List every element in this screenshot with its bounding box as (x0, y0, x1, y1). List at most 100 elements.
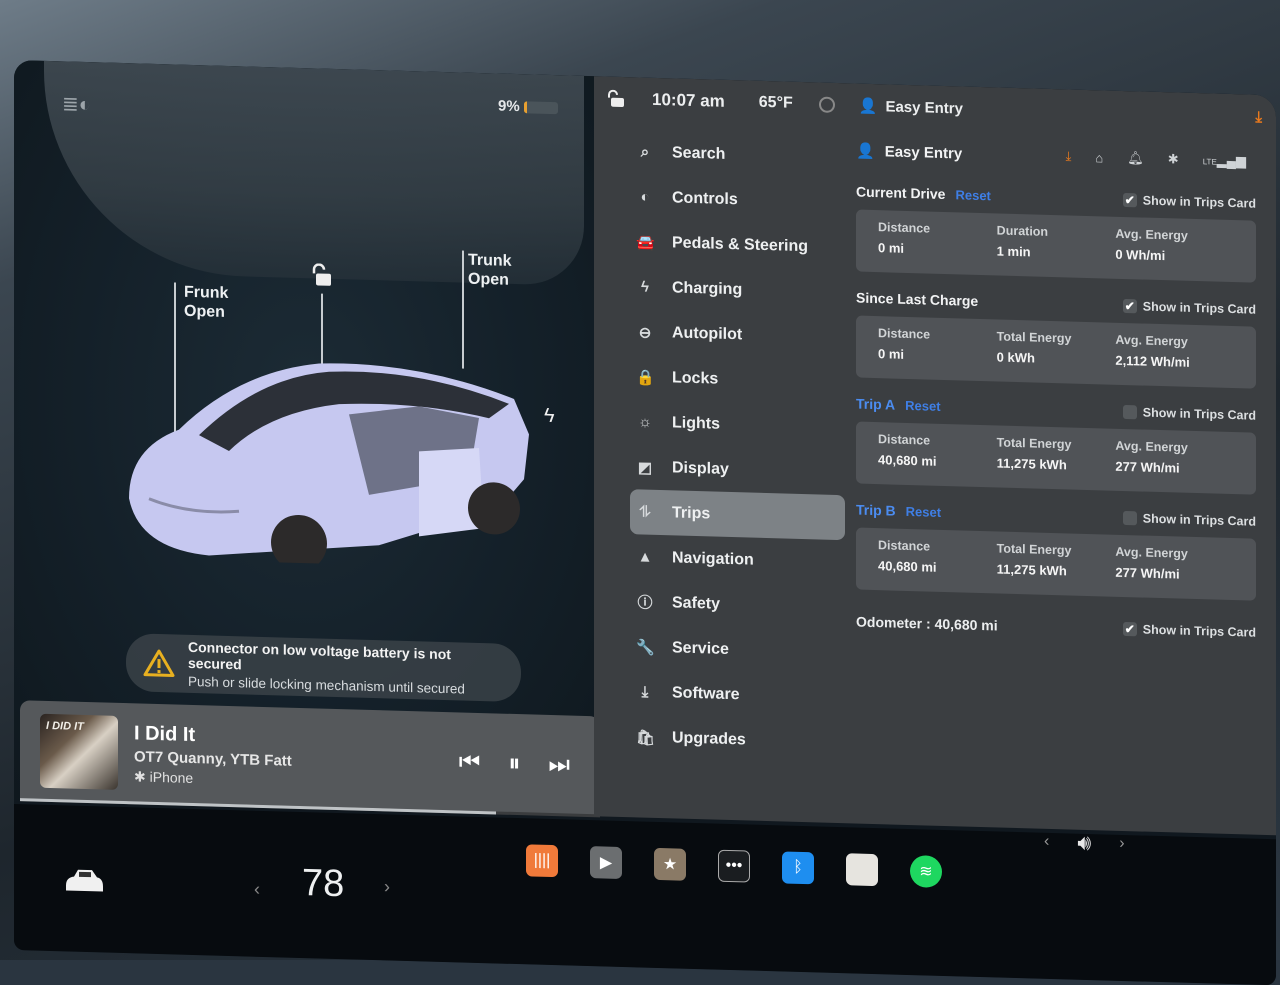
safety-icon: ⓘ (637, 594, 653, 612)
service-icon: 🔧 (636, 638, 655, 657)
garage-icon[interactable]: ⌂ (1095, 150, 1103, 165)
profile-header-name: Easy Entry (884, 142, 963, 162)
waveform-icon[interactable]: |||| (526, 844, 558, 878)
profile-name: Easy Entry (885, 97, 963, 118)
stat: Avg. Energy 277 Wh/mi (1115, 439, 1234, 484)
next-track-icon[interactable]: ⏭ (548, 751, 570, 780)
stat-value: 0 kWh (996, 349, 1035, 366)
section-title: Trip B (856, 501, 896, 519)
person-icon: 👤 (856, 142, 875, 161)
odometer-label: Odometer : (856, 613, 931, 632)
nav-item-display[interactable]: ◩ Display (630, 444, 845, 495)
nav-item-service[interactable]: 🔧 Service (630, 624, 845, 675)
show-in-trips-card-checkbox[interactable]: ✔ Show in Trips Card (1122, 298, 1256, 317)
stat: Total Energy 11,275 kWh (997, 435, 1116, 480)
trunk-callout[interactable]: Trunk Open (468, 251, 512, 290)
stat-label: Duration (996, 223, 1049, 239)
notepad-icon[interactable] (846, 853, 878, 887)
bluetooth-icon: ✱ (134, 767, 146, 785)
nav-item-autopilot[interactable]: ⊖ Autopilot (630, 309, 845, 360)
profile-header[interactable]: 👤 Easy Entry (856, 142, 962, 163)
battery-indicator: 9% (498, 98, 558, 117)
nav-item-navigation[interactable]: ▲ Navigation (630, 534, 845, 585)
car-3d-model[interactable] (119, 348, 539, 570)
stat-label: Avg. Energy (1115, 544, 1188, 561)
show-in-trips-card-label: Show in Trips Card (1142, 193, 1256, 211)
odometer-value: 40,680 mi (934, 615, 998, 634)
bell-icon[interactable]: 🔔︎ (1127, 150, 1144, 166)
driver-profile-button[interactable]: 👤 Easy Entry (859, 97, 963, 118)
show-in-trips-card-checkbox[interactable]: Show in Trips Card (1122, 510, 1256, 529)
bluetooth-icon[interactable]: ᛒ (782, 851, 814, 885)
nav-item-trips[interactable]: ⥮ Trips (630, 489, 845, 541)
spotify-icon[interactable]: ≋ (910, 855, 942, 888)
show-in-trips-card-checkbox[interactable]: Show in Trips Card (1122, 404, 1256, 423)
car-icon[interactable] (62, 865, 106, 896)
album-art[interactable]: I DID IT (40, 713, 118, 790)
section-header: Since Last Charge ✔ Show in Trips Card (856, 288, 1256, 321)
nav-item-pedals[interactable]: 🚘 Pedals & Steering (630, 219, 845, 270)
stat: Avg. Energy 277 Wh/mi (1115, 545, 1234, 590)
show-in-trips-card-label: Show in Trips Card (1142, 622, 1256, 640)
stat: Avg. Energy 2,112 Wh/mi (1115, 333, 1234, 378)
reset-button[interactable]: Reset (905, 398, 940, 414)
trunk-label: Trunk (468, 251, 512, 270)
nav-item-upgrades[interactable]: 🛍 Upgrades (630, 714, 845, 765)
pause-icon[interactable]: ⏸ (508, 750, 520, 778)
temperature-down-button[interactable]: ‹ (254, 879, 260, 900)
cabin-temperature[interactable]: 78 (302, 862, 344, 906)
more-icon[interactable]: ••• (718, 849, 750, 883)
charge-port-lightning-icon[interactable]: ϟ (544, 405, 555, 428)
nav-item-label: Display (672, 458, 729, 478)
stat-value: 2,112 Wh/mi (1115, 352, 1190, 370)
download-icon[interactable]: ⤓ (1255, 109, 1262, 126)
nav-item-safety[interactable]: ⓘ Safety (630, 579, 845, 630)
unlocked-icon[interactable] (606, 89, 626, 109)
show-in-trips-card-checkbox[interactable]: ✔ Show in Trips Card (1122, 192, 1256, 211)
reset-button[interactable]: Reset (955, 187, 990, 203)
section-title: Current Drive (856, 183, 946, 203)
nav-item-locks[interactable]: 🔒 Locks (630, 354, 845, 405)
volume-up-button[interactable]: › (1119, 835, 1124, 853)
frunk-callout[interactable]: Frunk Open (184, 283, 228, 322)
stat-label: Avg. Energy (1115, 438, 1188, 455)
download-icon[interactable]: ⤓ (1066, 148, 1072, 164)
alert-banner[interactable]: Connector on low voltage battery is not … (126, 633, 521, 703)
checkbox-icon: ✔ (1122, 298, 1137, 314)
nav-item-label: Pedals & Steering (672, 233, 809, 255)
nav-item-software[interactable]: ⤓ Software (630, 669, 845, 720)
unlocked-padlock-icon[interactable] (310, 263, 332, 288)
nav-item-lights[interactable]: ☼ Lights (630, 399, 845, 450)
autopilot-icon: ⊖ (638, 323, 652, 342)
nav-item-controls[interactable]: ◐ Controls (630, 174, 845, 225)
trip-sections: Current Drive Reset ✔ Show in Trips Card … (856, 182, 1256, 601)
nav-item-search[interactable]: ⌕ Search (630, 129, 845, 180)
nav-item-label: Search (672, 143, 726, 163)
lte-signal-icon: LTE▂▄▆ (1202, 152, 1246, 169)
track-info[interactable]: I Did It OT7 Quanny, YTB Fatt ✱ iPhone (134, 722, 459, 794)
nav-item-label: Locks (672, 368, 719, 388)
temperature-up-button[interactable]: › (384, 876, 390, 897)
auto-headlights-icon[interactable]: ≣◐ (62, 91, 91, 117)
speaker-icon[interactable]: 🔊︎ (1077, 830, 1091, 856)
profile-row: 👤 Easy Entry ⤓ ⌂ 🔔︎ ✱ LTE▂▄▆ (856, 136, 1256, 177)
section-title: Since Last Charge (856, 289, 979, 309)
media-player[interactable]: I DID IT I Did It OT7 Quanny, YTB Fatt ✱… (20, 700, 600, 817)
stat: Total Energy 0 kWh (997, 329, 1116, 374)
source-device: iPhone (149, 768, 194, 786)
warning-triangle-icon (143, 649, 175, 677)
reset-button[interactable]: Reset (906, 504, 941, 520)
previous-track-icon[interactable]: ⏮ (459, 748, 481, 777)
settings-panel: 10:07 am 65°F 👤 Easy Entry ⤓ ⌕ Search ◐ C… (594, 76, 1276, 836)
clapperboard-icon[interactable]: ▶ (590, 846, 622, 879)
outside-temperature: 65°F (758, 93, 793, 112)
nav-item-charging[interactable]: ϟ Charging (630, 264, 845, 315)
bluetooth-icon[interactable]: ✱ (1168, 151, 1179, 167)
odometer-show-in-trips-card-checkbox[interactable]: ✔ Show in Trips Card (1122, 621, 1256, 640)
dashcam-icon[interactable] (818, 96, 835, 113)
controls-icon: ◐ (640, 188, 650, 206)
toybox-icon[interactable]: ★ (654, 847, 686, 881)
charging-icon: ϟ (641, 278, 649, 296)
odometer-row: Odometer : 40,680 mi ✔ Show in Trips Car… (856, 614, 1256, 641)
volume-down-button[interactable]: ‹ (1044, 833, 1049, 851)
